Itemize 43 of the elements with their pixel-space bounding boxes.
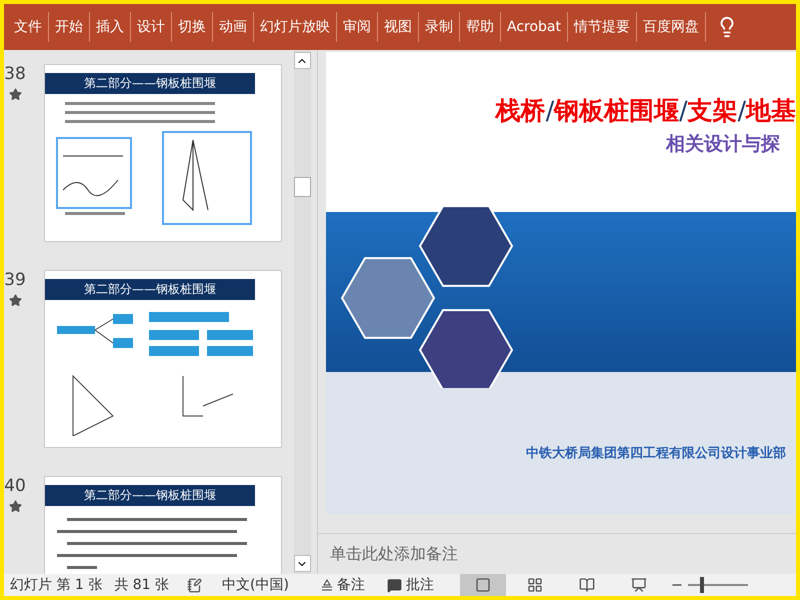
slide-number-status: 幻灯片 第 1 张 — [10, 576, 102, 594]
normal-view-icon — [474, 577, 491, 593]
view-button[interactable] — [460, 574, 506, 596]
ribbon-tab[interactable]: 切换 — [172, 12, 213, 42]
slide-thumbnail[interactable]: 第二部分——钢板桩围堰 — [44, 64, 282, 242]
slide-thumbnail-title: 第二部分——钢板桩围堰 — [45, 279, 255, 300]
notes-icon — [320, 579, 333, 591]
grid-view-icon — [526, 577, 543, 593]
slide-thumbnail[interactable]: 第二部分——钢板桩围堰 — [44, 476, 282, 574]
ribbon-tab[interactable]: 动画 — [213, 12, 254, 42]
zoom-slider-thumb[interactable] — [700, 577, 704, 593]
slide-thumbnail[interactable]: 第二部分——钢板桩围堰 — [44, 270, 282, 448]
slide-thumbnail-title: 第二部分——钢板桩围堰 — [45, 485, 255, 506]
slide-number: 40 — [4, 476, 26, 496]
ribbon-tab[interactable]: 百度网盘 — [637, 12, 706, 42]
slide-footer: 中铁大桥局集团第四工程有限公司设计事业部 — [526, 444, 786, 462]
notes-edit-icon[interactable] — [186, 578, 202, 592]
presentation-icon — [630, 577, 647, 593]
language-button[interactable]: 中文(中国) — [216, 576, 295, 594]
ribbon-tab[interactable]: 幻灯片放映 — [254, 12, 337, 42]
ribbon-tab[interactable]: 文件 — [8, 12, 49, 42]
scrollbar-thumb[interactable] — [294, 177, 311, 197]
scroll-up-button[interactable] — [294, 52, 311, 69]
ribbon-tab[interactable]: 视图 — [378, 12, 419, 42]
slide-number: 38 — [4, 64, 26, 84]
ribbon-tab[interactable]: 审阅 — [337, 12, 378, 42]
slide-number: 39 — [4, 270, 26, 290]
book-icon — [578, 577, 595, 593]
ribbon-tab[interactable]: 帮助 — [460, 12, 501, 42]
scroll-down-button[interactable] — [294, 555, 311, 572]
ribbon-tab[interactable]: 情节提要 — [568, 12, 637, 42]
ribbon-tab[interactable]: Acrobat — [501, 12, 568, 42]
ribbon-tab[interactable]: 开始 — [49, 12, 90, 42]
ribbon-tab[interactable]: 录制 — [419, 12, 460, 42]
comments-button[interactable]: 批注 — [380, 576, 440, 594]
slide-title: 栈桥/钢板桩围堰/支架/地基 — [496, 95, 796, 127]
ribbon-tab[interactable]: 设计 — [131, 12, 172, 42]
speech-bubble-icon — [386, 578, 402, 592]
ribbon-tab[interactable]: 插入 — [90, 12, 131, 42]
slide-thumbnail-title: 第二部分——钢板桩围堰 — [45, 73, 255, 94]
notes-button[interactable]: 备注 — [314, 576, 371, 594]
slide-count-status: 共 81 张 — [114, 576, 169, 594]
slide-subtitle: 相关设计与探 — [666, 132, 781, 157]
